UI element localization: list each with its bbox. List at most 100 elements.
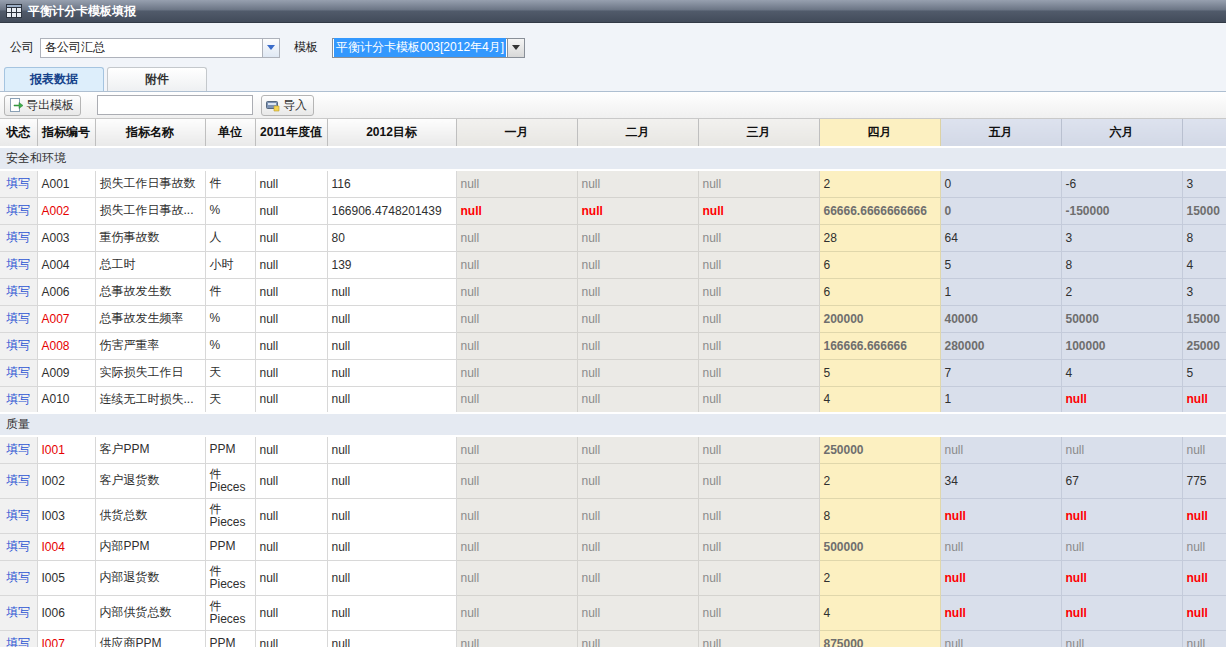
month-value-cell: null — [1182, 498, 1226, 533]
fill-in-link[interactable]: 填写 — [6, 570, 30, 584]
month-value-cell: null — [1061, 533, 1182, 560]
fill-in-link[interactable]: 填写 — [6, 636, 30, 647]
month-value-cell: 100000 — [1061, 332, 1182, 359]
import-button[interactable]: 导入 — [261, 95, 314, 116]
month-value-cell: null — [577, 251, 698, 278]
month-value-cell: null — [698, 386, 819, 413]
fill-in-link[interactable]: 填写 — [6, 257, 30, 271]
month-value-cell: 3 — [1182, 170, 1226, 197]
month-value-cell: null — [456, 386, 577, 413]
month-value-cell: 2 — [819, 463, 940, 498]
target-2012-cell: 139 — [327, 251, 456, 278]
dropdown-arrow-icon[interactable] — [507, 39, 524, 57]
month-value-cell: null — [456, 436, 577, 463]
fill-in-link[interactable]: 填写 — [6, 605, 30, 619]
month-value-cell: null — [1061, 386, 1182, 413]
month-value-cell: null — [577, 305, 698, 332]
column-header-3[interactable]: 指标名称 — [95, 119, 205, 147]
month-value-cell: null — [577, 498, 698, 533]
target-2012-cell: null — [327, 305, 456, 332]
month-value-cell: null — [1182, 630, 1226, 647]
column-header-2[interactable]: 指标编号 — [37, 119, 95, 147]
month-value-cell: null — [698, 533, 819, 560]
month-value-cell: null — [577, 463, 698, 498]
column-header-6[interactable]: 2012目标 — [327, 119, 456, 147]
fill-in-link[interactable]: 填写 — [6, 473, 30, 487]
month-value-cell: null — [698, 278, 819, 305]
target-2012-cell: null — [327, 332, 456, 359]
target-2012-cell: null — [327, 595, 456, 630]
fill-in-link[interactable]: 填写 — [6, 338, 30, 352]
month-value-cell: null — [698, 463, 819, 498]
fill-in-link[interactable]: 填写 — [6, 539, 30, 553]
column-header-12[interactable]: 六月 — [1061, 119, 1182, 147]
indicator-code-cell: A004 — [37, 251, 95, 278]
column-header-7[interactable]: 一月 — [456, 119, 577, 147]
column-header-5[interactable]: 2011年度值 — [255, 119, 327, 147]
unit-cell: % — [205, 305, 255, 332]
value-2011-cell: null — [255, 630, 327, 647]
indicator-row: 填写I004内部PPMPPMnullnullnullnullnull500000… — [0, 533, 1226, 560]
indicator-name-cell: 总事故发生数 — [95, 278, 205, 305]
export-template-label: 导出模板 — [26, 97, 74, 114]
month-value-cell: 67 — [1061, 463, 1182, 498]
column-header-11[interactable]: 五月 — [940, 119, 1061, 147]
company-select[interactable]: 各公司汇总 — [40, 38, 280, 58]
target-2012-cell: null — [327, 278, 456, 305]
target-2012-cell: null — [327, 436, 456, 463]
month-value-cell: null — [577, 170, 698, 197]
indicator-row: 填写I007供应商PPMPPMnullnullnullnullnull87500… — [0, 630, 1226, 647]
month-value-cell: 2 — [1061, 278, 1182, 305]
template-select[interactable]: 平衡计分卡模板003[2012年4月] — [332, 38, 525, 58]
month-value-cell: null — [1182, 595, 1226, 630]
tab-bar: 报表数据 附件 — [0, 66, 1226, 92]
month-value-cell: null — [1061, 498, 1182, 533]
month-value-cell: 66666.6666666666 — [819, 197, 940, 224]
fill-in-link[interactable]: 填写 — [6, 176, 30, 190]
indicator-name-cell: 内部供货总数 — [95, 595, 205, 630]
unit-cell: % — [205, 332, 255, 359]
column-header-8[interactable]: 二月 — [577, 119, 698, 147]
fill-in-link[interactable]: 填写 — [6, 365, 30, 379]
month-value-cell: null — [698, 305, 819, 332]
tab-report-data[interactable]: 报表数据 — [4, 67, 104, 91]
fill-in-link[interactable]: 填写 — [6, 284, 30, 298]
indicator-name-cell: 实际损失工作日 — [95, 359, 205, 386]
unit-cell: 小时 — [205, 251, 255, 278]
tab-attachment[interactable]: 附件 — [107, 67, 207, 91]
status-cell: 填写 — [0, 278, 37, 305]
month-value-cell: 6 — [819, 278, 940, 305]
month-value-cell: 1 — [940, 278, 1061, 305]
indicator-name-cell: 内部退货数 — [95, 560, 205, 595]
month-value-cell: null — [456, 595, 577, 630]
indicator-name-cell: 供应商PPM — [95, 630, 205, 647]
column-header-4[interactable]: 单位 — [205, 119, 255, 147]
month-value-cell: null — [1061, 630, 1182, 647]
column-header-9[interactable]: 三月 — [698, 119, 819, 147]
fill-in-link[interactable]: 填写 — [6, 442, 30, 456]
fill-in-link[interactable]: 填写 — [6, 230, 30, 244]
status-cell: 填写 — [0, 251, 37, 278]
fill-in-link[interactable]: 填写 — [6, 508, 30, 522]
fill-in-link[interactable]: 填写 — [6, 311, 30, 325]
column-header-10[interactable]: 四月 — [819, 119, 940, 147]
export-template-button[interactable]: 导出模板 — [4, 95, 81, 116]
month-value-cell: null — [456, 197, 577, 224]
column-header-13[interactable] — [1182, 119, 1226, 147]
target-2012-cell: null — [327, 498, 456, 533]
chevron-down-icon[interactable] — [262, 39, 279, 57]
column-header-1[interactable]: 状态 — [0, 119, 37, 147]
indicator-row: 填写A008伤害严重率%nullnullnullnullnull166666.6… — [0, 332, 1226, 359]
status-cell: 填写 — [0, 560, 37, 595]
target-2012-cell: null — [327, 560, 456, 595]
month-value-cell: null — [698, 498, 819, 533]
month-value-cell: null — [1182, 436, 1226, 463]
indicator-name-cell: 总工时 — [95, 251, 205, 278]
month-value-cell: 3 — [1182, 278, 1226, 305]
import-file-input[interactable] — [97, 95, 253, 115]
template-label: 模板 — [294, 39, 318, 56]
fill-in-link[interactable]: 填写 — [6, 203, 30, 217]
group-row: 质量 — [0, 413, 1226, 436]
month-value-cell: 64 — [940, 224, 1061, 251]
fill-in-link[interactable]: 填写 — [6, 392, 30, 406]
